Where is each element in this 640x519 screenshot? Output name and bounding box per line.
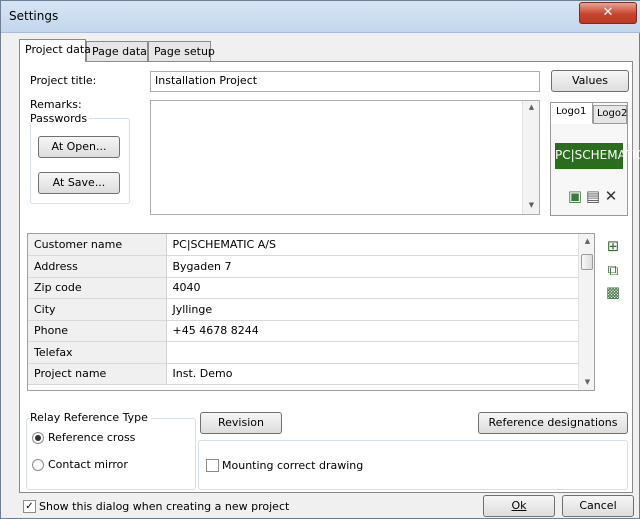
passwords-label: Passwords (30, 112, 90, 125)
row-value[interactable]: Bygaden 7 (166, 255, 578, 278)
tab-logo1[interactable]: Logo1 (551, 103, 593, 124)
row-key: City (28, 298, 167, 321)
project-title-input[interactable]: Installation Project (150, 71, 540, 92)
scrollbar-thumb[interactable] (581, 254, 593, 270)
table-row[interactable]: Phone +45 4678 8244 (28, 320, 578, 342)
row-key: Zip code (28, 277, 167, 299)
project-data-panel: Project title: Installation Project Valu… (19, 61, 640, 493)
tab-project-data[interactable]: Project data (19, 39, 91, 62)
revision-button[interactable]: Revision (200, 412, 282, 434)
mounting-correct-checkbox[interactable] (206, 459, 219, 472)
logo-tab-label: Logo1 (556, 106, 587, 117)
logo-delete-icon[interactable]: ✕ (603, 187, 619, 205)
logo-save-icon[interactable]: ▤ (585, 187, 601, 205)
values-button[interactable]: Values (551, 70, 629, 92)
row-value[interactable]: Jyllinge (166, 298, 578, 321)
table-row[interactable]: City Jyllinge (28, 298, 578, 321)
ok-label: Ok (511, 499, 527, 512)
reference-designations-button[interactable]: Reference designations (478, 412, 628, 434)
row-value[interactable]: PC|SCHEMATIC A/S (166, 234, 578, 256)
relay-group-label: Relay Reference Type (30, 411, 151, 424)
logo-tab-label: Logo2 (597, 108, 628, 119)
row-key: Phone (28, 320, 167, 342)
logo-text: PC|SCHEMATIC (555, 148, 640, 162)
reference-cross-radio[interactable] (32, 432, 44, 444)
row-value[interactable] (166, 341, 578, 364)
scroll-up-icon[interactable]: ▲ (523, 103, 540, 111)
at-open-button[interactable]: At Open... (38, 136, 120, 158)
row-key: Customer name (28, 234, 167, 256)
row-value[interactable]: Inst. Demo (166, 363, 578, 385)
logo-image: PC|SCHEMATIC (555, 143, 640, 169)
contact-mirror-label[interactable]: Contact mirror (48, 458, 128, 471)
tab-label: Project data (25, 43, 91, 56)
ok-button[interactable]: Ok (483, 495, 555, 517)
copy-record-icon[interactable]: ⧉ (604, 261, 622, 279)
contact-mirror-radio[interactable] (32, 459, 44, 471)
reference-cross-label[interactable]: Reference cross (48, 431, 135, 444)
close-icon: ✕ (602, 5, 614, 20)
at-save-button[interactable]: At Save... (38, 172, 120, 194)
paste-record-icon[interactable]: ▩ (604, 283, 622, 301)
relay-reference-group (26, 418, 196, 490)
show-dialog-label[interactable]: Show this dialog when creating a new pro… (39, 500, 289, 513)
row-value[interactable]: 4040 (166, 277, 578, 299)
table-row[interactable]: Zip code 4040 (28, 277, 578, 299)
customer-table: Customer name PC|SCHEMATIC A/S Address Byg… (28, 234, 578, 385)
scroll-down-icon[interactable]: ▼ (523, 201, 540, 209)
window-title: Settings (9, 9, 59, 23)
tab-page-setup[interactable]: Page setup (148, 41, 215, 61)
table-row[interactable]: Address Bygaden 7 (28, 255, 578, 278)
mounting-correct-label[interactable]: Mounting correct drawing (222, 459, 363, 472)
cancel-label: Cancel (579, 499, 617, 512)
logo-panel: Logo1 Logo2 PC|SCHEMATIC ▣ ▤ ✕ (550, 102, 640, 216)
table-row[interactable]: Customer name PC|SCHEMATIC A/S (28, 234, 578, 256)
row-key: Project name (28, 363, 167, 385)
tab-logo2[interactable]: Logo2 (593, 105, 627, 124)
customer-data-grid: Customer name PC|SCHEMATIC A/S Address Byg… (27, 233, 595, 391)
table-row[interactable]: Telefax (28, 341, 578, 364)
close-button[interactable]: ✕ (579, 2, 637, 24)
row-value[interactable]: +45 4678 8244 (166, 320, 578, 342)
settings-dialog: Settings ✕ Project data Page data Page s… (0, 0, 640, 519)
tab-label: Page data (92, 45, 147, 58)
remarks-scrollbar[interactable]: ▲ ▼ (522, 101, 539, 214)
project-title-label: Project title: (30, 74, 97, 87)
scroll-down-icon[interactable]: ▼ (579, 378, 594, 386)
table-row[interactable]: Project name Inst. Demo (28, 363, 578, 385)
new-record-icon[interactable]: ⊞ (604, 237, 622, 255)
tab-label: Page setup (154, 45, 215, 58)
remarks-textarea[interactable] (150, 100, 540, 215)
scroll-up-icon[interactable]: ▲ (579, 237, 594, 245)
remarks-label: Remarks: (30, 98, 82, 111)
title-bar: Settings ✕ (1, 1, 640, 33)
show-dialog-checkbox[interactable]: ✓ (23, 500, 36, 513)
row-key: Telefax (28, 341, 167, 364)
row-key: Address (28, 255, 167, 278)
grid-scrollbar[interactable]: ▲ ▼ (578, 234, 594, 390)
logo-import-icon[interactable]: ▣ (567, 187, 583, 205)
tab-page-data[interactable]: Page data (86, 41, 148, 61)
cancel-button[interactable]: Cancel (562, 495, 634, 517)
